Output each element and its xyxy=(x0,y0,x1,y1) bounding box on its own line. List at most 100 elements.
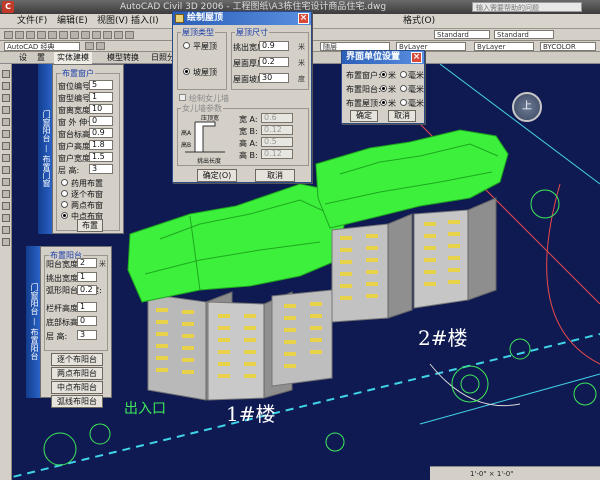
place-two-point-balcony-button[interactable]: 两点布阳台 xyxy=(51,367,103,380)
radio-balcony-unit-meter[interactable] xyxy=(380,85,387,92)
close-icon[interactable]: × xyxy=(411,52,422,63)
table-tool-icon[interactable] xyxy=(2,226,10,234)
roof-overhang-input[interactable]: 0.9 xyxy=(259,41,289,51)
bottom-elevation-input[interactable]: 0 xyxy=(77,316,97,326)
parapet-height-b-input[interactable]: 0.12 xyxy=(261,149,293,159)
menu-edit[interactable]: 编辑(E) xyxy=(54,14,91,29)
radio-flat-roof[interactable] xyxy=(183,42,190,49)
viewcube-compass-icon[interactable]: 上 xyxy=(512,92,542,122)
layer-manager-icon[interactable] xyxy=(85,42,94,50)
tab-model-convert[interactable]: 模型转换 xyxy=(104,52,142,64)
parapet-width-a-input[interactable]: 0.6 xyxy=(261,113,293,123)
units-row-label: 布置屋顶: xyxy=(346,99,381,108)
circle-tool-icon[interactable] xyxy=(2,130,10,138)
balcony-outset-input[interactable]: 1 xyxy=(77,272,97,282)
radio-midpoint-place[interactable] xyxy=(61,212,68,219)
parapet-checkbox[interactable] xyxy=(179,94,186,101)
place-single-balcony-button[interactable]: 逐个布阳台 xyxy=(51,353,103,366)
rectangle-tool-icon[interactable] xyxy=(2,106,10,114)
zoom-icon[interactable] xyxy=(114,31,123,39)
roof-slope-input[interactable]: 30 xyxy=(259,73,289,83)
help-search-input[interactable]: 输入需要帮助的问题 xyxy=(472,2,582,12)
roof-thickness-input[interactable]: 0.2 xyxy=(259,57,289,67)
floor-height-input[interactable]: 3 xyxy=(89,164,113,174)
radio-batch-place[interactable] xyxy=(61,179,68,186)
close-icon[interactable]: × xyxy=(298,13,309,24)
arc-tool-icon[interactable] xyxy=(2,118,10,126)
layer-state-icon[interactable] xyxy=(96,42,105,50)
arc-balcony-height-input[interactable]: 0.2 xyxy=(77,285,97,295)
radio-window-unit-meter[interactable] xyxy=(380,71,387,78)
railing-height-input[interactable]: 1 xyxy=(77,302,97,312)
properties-icon[interactable] xyxy=(125,31,134,39)
parapet-height-a-input[interactable]: 0.5 xyxy=(261,137,293,147)
unit-label: 米 xyxy=(99,260,106,268)
ellipse-tool-icon[interactable] xyxy=(2,154,10,162)
parapet-width-b-input[interactable]: 0.12 xyxy=(261,125,293,135)
menu-file[interactable]: 文件(F) xyxy=(14,14,50,29)
menu-format[interactable]: 格式(O) xyxy=(400,14,438,29)
redo-icon[interactable] xyxy=(92,31,101,39)
window-height-input[interactable]: 1.8 xyxy=(89,140,113,150)
radio-window-unit-mm[interactable] xyxy=(400,71,407,78)
radio-single-place[interactable] xyxy=(61,190,68,197)
pan-icon[interactable] xyxy=(103,31,112,39)
sill-height-input[interactable]: 0.9 xyxy=(89,128,113,138)
menu-insert[interactable]: 插入(I) xyxy=(128,14,162,29)
plotstyle-combo[interactable]: BYCOLOR xyxy=(540,42,596,51)
radio-roof-unit-meter[interactable] xyxy=(380,99,387,106)
open-file-icon[interactable] xyxy=(15,31,24,39)
radio-label: 两点布窗 xyxy=(71,201,103,210)
region-tool-icon[interactable] xyxy=(2,214,10,222)
tab-solid-modeling[interactable]: 实体建模 xyxy=(54,52,92,64)
polygon-tool-icon[interactable] xyxy=(2,94,10,102)
save-icon[interactable] xyxy=(26,31,35,39)
place-window-button[interactable]: 布置 xyxy=(77,219,103,232)
paste-icon[interactable] xyxy=(70,31,79,39)
place-midpoint-balcony-button[interactable]: 中点布阳台 xyxy=(51,381,103,394)
window-width-input[interactable]: 1.5 xyxy=(89,152,113,162)
copy-icon[interactable] xyxy=(59,31,68,39)
window-outset-input[interactable]: 0 xyxy=(89,116,113,126)
print-icon[interactable] xyxy=(37,31,46,39)
lineweight-combo[interactable]: ByLayer xyxy=(474,42,534,51)
radio-balcony-unit-mm[interactable] xyxy=(400,85,407,92)
spline-tool-icon[interactable] xyxy=(2,142,10,150)
roof-ok-button[interactable]: 确定(O) xyxy=(197,169,237,182)
insert-block-icon[interactable] xyxy=(2,166,10,174)
window-type-number-input[interactable]: 1 xyxy=(89,92,113,102)
mtext-tool-icon[interactable] xyxy=(2,238,10,246)
parapet-height-a-label: 高A xyxy=(181,130,192,137)
window-spacing-input[interactable]: 10 xyxy=(89,104,113,114)
cut-icon[interactable] xyxy=(48,31,57,39)
new-file-icon[interactable] xyxy=(4,31,13,39)
autocad-logo-icon[interactable]: C xyxy=(2,1,14,13)
units-dialog-title-bar: 界面单位设置 × xyxy=(342,51,424,64)
text-style-combo[interactable]: Standard xyxy=(434,30,490,39)
radio-pitched-roof[interactable] xyxy=(183,68,190,75)
balcony-field-label: 层 高: xyxy=(46,332,68,341)
workspace-combo[interactable]: AutoCAD 经典 xyxy=(4,42,80,51)
place-arc-balcony-button[interactable]: 弧线布阳台 xyxy=(51,395,103,408)
balcony-floor-height-input[interactable]: 3 xyxy=(77,330,97,340)
tab-settings-2[interactable]: 置 xyxy=(34,52,48,64)
roof-dialog-icon xyxy=(175,14,184,23)
undo-icon[interactable] xyxy=(81,31,90,39)
radio-roof-unit-mm[interactable] xyxy=(400,99,407,106)
tab-settings-1[interactable]: 设 xyxy=(16,52,30,64)
radio-two-point-place[interactable] xyxy=(61,201,68,208)
parapet-field-label: 宽 B: xyxy=(239,127,258,136)
point-tool-icon[interactable] xyxy=(2,190,10,198)
make-block-icon[interactable] xyxy=(2,178,10,186)
menu-view[interactable]: 视图(V) xyxy=(94,14,131,29)
balcony-field-label: 底部标高: xyxy=(46,318,81,327)
polyline-tool-icon[interactable] xyxy=(2,82,10,90)
balcony-width-input[interactable]: 2 xyxy=(77,258,97,268)
units-ok-button[interactable]: 确定 xyxy=(350,110,378,122)
window-position-number-input[interactable]: 5 xyxy=(89,80,113,90)
line-tool-icon[interactable] xyxy=(2,70,10,78)
roof-cancel-button[interactable]: 取消 xyxy=(255,169,295,182)
dim-style-combo[interactable]: Standard xyxy=(494,30,554,39)
hatch-tool-icon[interactable] xyxy=(2,202,10,210)
units-cancel-button[interactable]: 取消 xyxy=(388,110,416,122)
